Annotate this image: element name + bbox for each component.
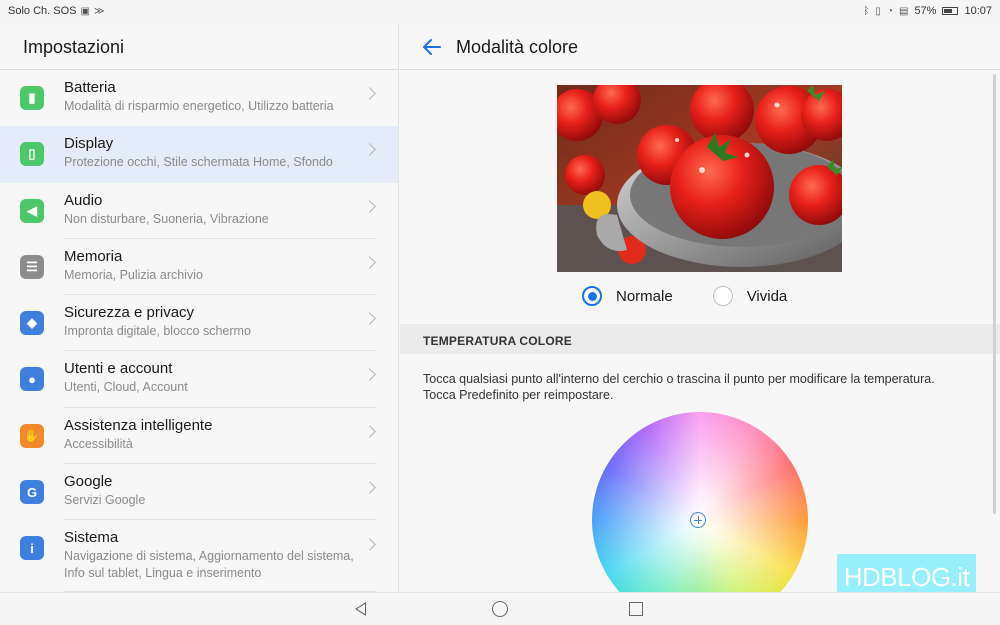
chevron-right-icon bbox=[363, 481, 376, 494]
signal-icon: ≫ bbox=[93, 5, 105, 17]
settings-item-text: Utenti e account Utenti, Cloud, Account bbox=[64, 359, 358, 396]
settings-item-text: Audio Non disturbare, Suoneria, Vibrazion… bbox=[64, 191, 358, 228]
vibrate-icon: ▯ bbox=[875, 5, 881, 17]
settings-item-title: Memoria bbox=[64, 247, 123, 265]
settings-item[interactable]: ✋ Assistenza intelligente Accessibilità bbox=[0, 408, 398, 465]
settings-item[interactable]: ▮ Batteria Modalità di risparmio energetic… bbox=[0, 70, 398, 126]
temperature-description: Tocca qualsiasi punto all'interno del ce… bbox=[423, 371, 983, 403]
chevron-right-icon bbox=[363, 256, 376, 269]
settings-item-text: Assistenza intelligente Accessibilità bbox=[64, 416, 358, 453]
color-mode-pane: Modalità colore Normale Vivida TEMPERATU… bbox=[400, 24, 1000, 592]
radio-normale[interactable] bbox=[582, 286, 602, 306]
chevron-right-icon bbox=[363, 424, 376, 438]
description-line-1: Tocca qualsiasi punto all'interno del ce… bbox=[423, 372, 935, 386]
storage-icon: ☰ bbox=[20, 254, 44, 279]
tomatoes-preview-image bbox=[557, 85, 842, 272]
settings-item[interactable]: ◆ Sicurezza e privacy Impronta digitale, b… bbox=[0, 295, 398, 352]
settings-item-subtitle: Non disturbare, Suoneria, Vibrazione bbox=[64, 211, 269, 226]
settings-item-text: Sistema Navigazione di sistema, Aggiornam… bbox=[64, 528, 358, 582]
settings-item[interactable]: ◀ Audio Non disturbare, Suoneria, Vibrazio… bbox=[0, 183, 398, 239]
color-temperature-wheel[interactable] bbox=[592, 412, 808, 592]
settings-item-subtitle: Modalità di risparmio energetico, Utiliz… bbox=[64, 99, 334, 113]
shield-icon: ◆ bbox=[20, 311, 44, 336]
settings-pane: Impostazioni ▮ Batteria Modalità di rispar… bbox=[0, 24, 399, 593]
settings-item[interactable]: ☰ Memoria Memoria, Pulizia archivio bbox=[0, 239, 398, 296]
settings-item-text: Display Protezione occhi, Stile schermata… bbox=[64, 134, 358, 171]
chevron-right-icon bbox=[363, 368, 376, 382]
chevron-right-icon bbox=[363, 87, 376, 100]
nav-home-icon[interactable] bbox=[492, 601, 508, 617]
navigation-bar bbox=[0, 592, 1000, 625]
option-vivida-label: Vivida bbox=[746, 287, 788, 305]
hand-icon: ✋ bbox=[20, 423, 44, 448]
settings-item-subtitle: Utenti, Cloud, Account bbox=[64, 380, 188, 395]
option-normale[interactable]: Normale bbox=[582, 286, 673, 306]
settings-item-title: Utenti e account bbox=[64, 360, 173, 378]
description-line-2: Tocca Predefinito per reimpostare. bbox=[423, 388, 614, 402]
settings-item-subtitle: Protezione occhi, Stile schermata Home, … bbox=[64, 155, 333, 170]
scrollbar[interactable] bbox=[993, 74, 996, 514]
display-icon: ▯ bbox=[20, 142, 44, 167]
settings-item-title: Google bbox=[64, 473, 113, 491]
settings-item[interactable]: ● Utenti e account Utenti, Cloud, Account bbox=[0, 351, 398, 408]
battery-percent: 57% bbox=[914, 5, 937, 17]
nav-back-icon[interactable] bbox=[355, 602, 366, 616]
settings-item-title: Batteria bbox=[64, 79, 116, 96]
clock: 10:07 bbox=[964, 5, 992, 17]
settings-item-title: Display bbox=[64, 135, 114, 153]
color-wheel-handle-icon[interactable] bbox=[690, 512, 706, 528]
google-icon: G bbox=[20, 480, 44, 505]
battery-icon bbox=[942, 7, 959, 15]
detail-header: Modalità colore bbox=[400, 24, 1000, 70]
settings-item[interactable]: G Google Servizi Google bbox=[0, 464, 398, 521]
option-normale-label: Normale bbox=[616, 287, 673, 305]
settings-title: Impostazioni bbox=[0, 24, 398, 70]
chevron-right-icon bbox=[363, 143, 376, 157]
settings-item-subtitle: Navigazione di sistema, Aggiornamento de… bbox=[64, 549, 354, 581]
back-arrow-icon[interactable] bbox=[422, 37, 442, 57]
settings-item-title: Audio bbox=[64, 191, 103, 209]
color-mode-options: Normale Vivida bbox=[582, 286, 787, 306]
settings-item-text: Memoria Memoria, Pulizia archivio bbox=[64, 247, 358, 284]
battery-icon: ▮ bbox=[20, 86, 44, 110]
nav-recents-icon[interactable] bbox=[629, 602, 643, 616]
speaker-icon: ◀ bbox=[20, 198, 44, 223]
sim-card-icon: ▤ bbox=[898, 5, 909, 17]
user-icon: ● bbox=[20, 367, 44, 392]
settings-item-subtitle: Accessibilità bbox=[64, 436, 133, 451]
settings-item[interactable]: i Sistema Navigazione di sistema, Aggiorna… bbox=[0, 520, 398, 593]
status-left: Solo Ch. SOS ▣ ≫ bbox=[8, 5, 104, 17]
carrier-text: Solo Ch. SOS bbox=[8, 5, 77, 17]
chevron-right-icon bbox=[363, 538, 376, 552]
settings-item-subtitle: Impronta digitale, blocco schermo bbox=[64, 324, 251, 339]
chevron-right-icon bbox=[363, 199, 376, 213]
page-title: Modalità colore bbox=[456, 37, 579, 57]
watermark-text: HDBLOG.it bbox=[843, 562, 970, 592]
settings-item-text: Sicurezza e privacy Impronta digitale, bl… bbox=[64, 303, 358, 340]
settings-item-subtitle: Servizi Google bbox=[64, 493, 146, 508]
status-right: ᛒ ▯ ◔ ▤ 57% 10:07 bbox=[863, 5, 992, 17]
section-header-temperature: TEMPERATURA COLORE bbox=[400, 324, 1000, 354]
status-bar: Solo Ch. SOS ▣ ≫ ᛒ ▯ ◔ ▤ 57% 10:07 bbox=[0, 0, 1000, 24]
wifi-icon: ◔ bbox=[886, 5, 893, 17]
settings-item-text: Batteria Modalità di risparmio energetico… bbox=[64, 78, 358, 115]
sim-icon: ▣ bbox=[80, 5, 90, 17]
settings-item-title: Sistema bbox=[64, 529, 119, 547]
info-icon: i bbox=[20, 536, 44, 561]
option-vivida[interactable]: Vivida bbox=[712, 286, 788, 306]
settings-item-title: Assistenza intelligente bbox=[64, 416, 213, 434]
settings-item-title: Sicurezza e privacy bbox=[64, 304, 195, 322]
chevron-right-icon bbox=[363, 312, 376, 326]
radio-vivida[interactable] bbox=[712, 286, 733, 306]
bluetooth-icon: ᛒ bbox=[863, 5, 870, 17]
settings-list: ▮ Batteria Modalità di risparmio energetic… bbox=[0, 70, 398, 593]
settings-item-subtitle: Memoria, Pulizia archivio bbox=[64, 267, 203, 282]
settings-item-text: Google Servizi Google bbox=[64, 472, 358, 509]
settings-item[interactable]: ▯ Display Protezione occhi, Stile schermat… bbox=[0, 126, 398, 183]
